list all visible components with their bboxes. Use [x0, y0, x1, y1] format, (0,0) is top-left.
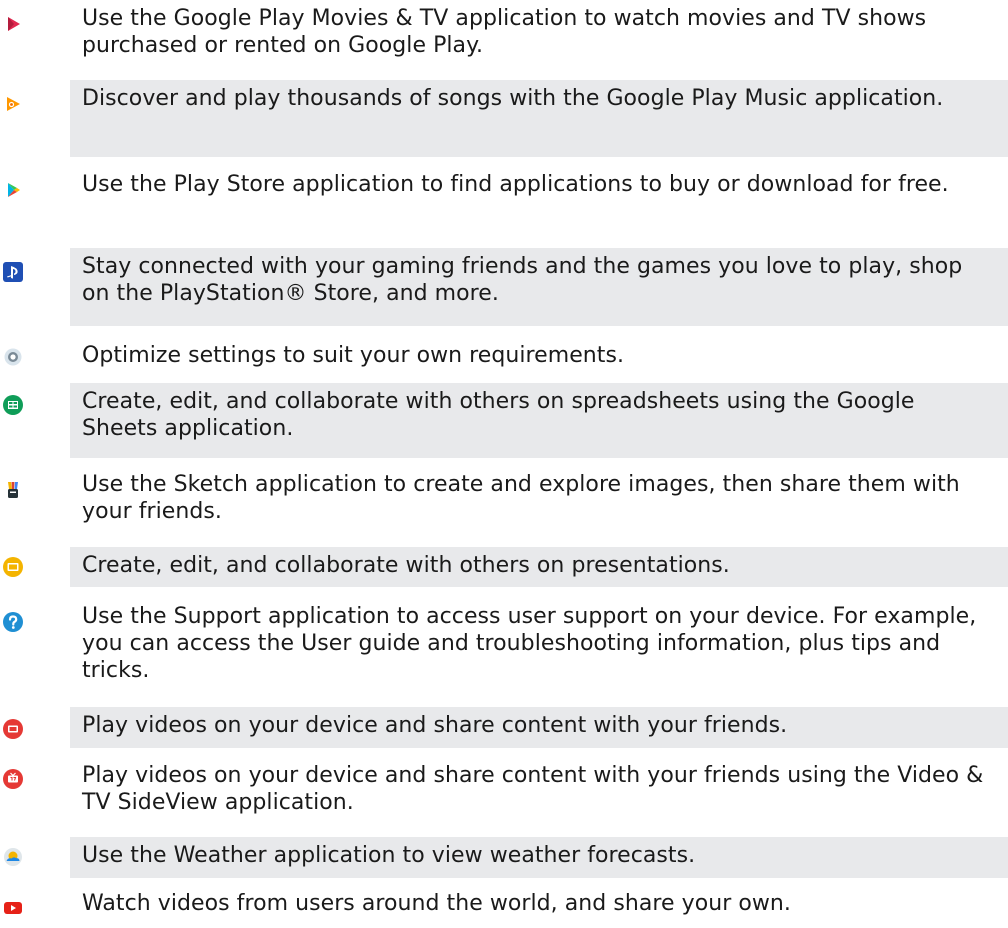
- item-text: Use the Support application to access us…: [82, 604, 977, 683]
- list-item: Use the Sketch application to create and…: [0, 466, 1008, 538]
- playstation-icon: [0, 259, 26, 285]
- list-item: Optimize settings to suit your own requi…: [0, 337, 1008, 378]
- support-icon: [0, 609, 26, 635]
- weather-icon: [0, 844, 26, 870]
- item-text: Play videos on your device and share con…: [82, 763, 984, 815]
- list-item: Play videos on your device and share con…: [0, 757, 1008, 829]
- settings-icon: [0, 344, 26, 370]
- google-play-movies-icon: [0, 11, 26, 37]
- google-slides-icon: [0, 554, 26, 580]
- list-item: Use the Google Play Movies & TV applicat…: [0, 0, 1008, 71]
- item-text: Use the Sketch application to create and…: [82, 472, 960, 524]
- item-text: Play videos on your device and share con…: [70, 707, 1008, 748]
- list-item: Discover and play thousands of songs wit…: [0, 80, 1008, 157]
- sketch-icon: [0, 477, 26, 503]
- list-item: Stay connected with your gaming friends …: [0, 248, 1008, 326]
- list-item: Play videos on your device and share con…: [0, 707, 1008, 748]
- item-text: Create, edit, and collaborate with other…: [70, 383, 1008, 458]
- item-text: Watch videos from users around the world…: [82, 891, 791, 916]
- google-play-music-icon: [0, 91, 26, 117]
- list-item: Use the Support application to access us…: [0, 598, 1008, 698]
- list-item: Watch videos from users around the world…: [0, 885, 1008, 926]
- item-text: Stay connected with your gaming friends …: [70, 248, 1008, 326]
- item-text: Discover and play thousands of songs wit…: [70, 80, 1008, 157]
- play-store-icon: [0, 177, 26, 203]
- list-item: Create, edit, and collaborate with other…: [0, 547, 1008, 587]
- google-sheets-icon: [0, 392, 26, 418]
- list-item: Use the Weather application to view weat…: [0, 837, 1008, 878]
- youtube-icon: [0, 895, 26, 921]
- item-text: Use the Play Store application to find a…: [82, 172, 949, 197]
- video-tv-sideview-icon: [0, 766, 26, 792]
- video-icon: [0, 716, 26, 742]
- item-text: Use the Weather application to view weat…: [70, 837, 1008, 878]
- item-text: Use the Google Play Movies & TV applicat…: [82, 6, 927, 58]
- list-item: Use the Play Store application to find a…: [0, 166, 1008, 239]
- item-text: Optimize settings to suit your own requi…: [82, 343, 625, 368]
- list-item: Create, edit, and collaborate with other…: [0, 383, 1008, 458]
- item-text: Create, edit, and collaborate with other…: [70, 547, 1008, 587]
